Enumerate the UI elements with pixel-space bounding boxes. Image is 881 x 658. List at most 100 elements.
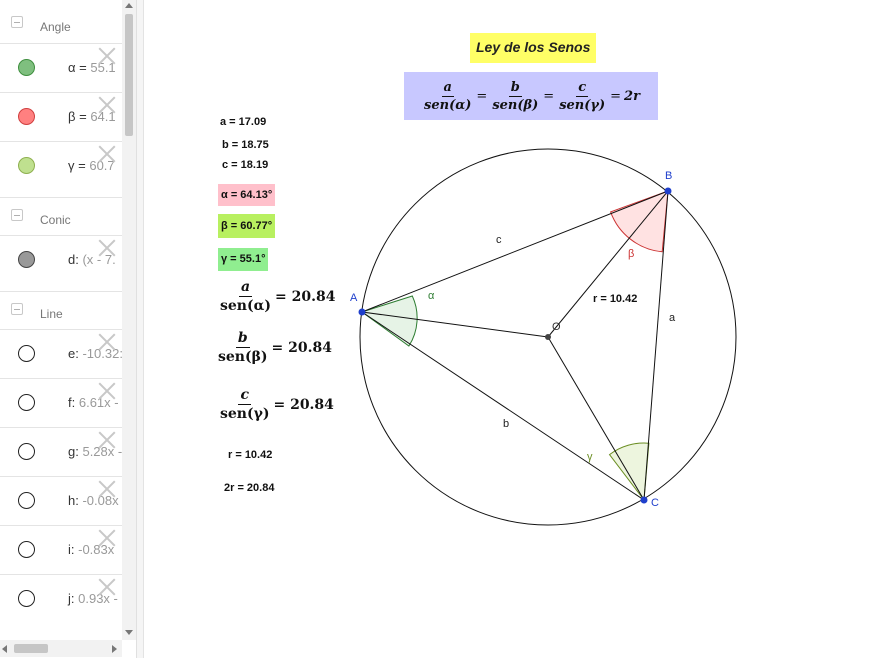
delete-icon[interactable]: [96, 527, 118, 549]
delete-icon[interactable]: [96, 380, 118, 402]
expr-name: γ =: [68, 158, 86, 173]
angle-beta-sector[interactable]: [609, 190, 669, 253]
value-alpha: α = 64.13°: [218, 184, 276, 206]
law-of-sines-formula: a sen(α) = b sen(β) = c sen(γ) = 2r: [404, 72, 658, 120]
label-side-a: a: [669, 312, 676, 324]
group-header-line[interactable]: Line: [0, 291, 122, 328]
page-title: Ley de los Senos: [470, 33, 597, 63]
collapse-toggle-icon[interactable]: [11, 16, 23, 28]
algebra-item-d[interactable]: d: (x - 7.: [0, 235, 122, 284]
algebra-item-gamma[interactable]: γ = 60.7: [0, 141, 122, 190]
equals-sign: =: [543, 88, 555, 104]
algebra-item-f[interactable]: f: 6.61x -: [0, 378, 122, 427]
label-point-A: A: [350, 292, 358, 304]
visibility-toggle-icon[interactable]: [18, 590, 35, 607]
scroll-right-icon[interactable]: [112, 645, 117, 653]
graphics-view[interactable]: Ley de los Senos a sen(α) = b sen(β) = c se…: [144, 0, 881, 658]
angle-alpha-sector[interactable]: [360, 295, 418, 347]
equals-sign: =: [610, 88, 622, 104]
label-angle-alpha: α: [428, 290, 435, 302]
collapse-toggle-icon[interactable]: [11, 303, 23, 315]
algebra-item-h[interactable]: h: -0.08x: [0, 476, 122, 525]
point-A[interactable]: [358, 308, 366, 316]
formula-num-a: a: [441, 79, 454, 97]
group-name: Line: [40, 307, 63, 321]
value-b: b = 18.75: [222, 139, 269, 151]
formula-den-alpha: sen(α): [424, 97, 472, 113]
ratio-b: b sen(β) = 20.84: [218, 330, 332, 365]
visibility-toggle-icon[interactable]: [18, 492, 35, 509]
ratio-num: c: [238, 387, 251, 405]
label-radius: r = 10.42: [593, 293, 638, 305]
group-name: Conic: [40, 213, 71, 227]
visibility-toggle-icon[interactable]: [18, 108, 35, 125]
algebra-item-i[interactable]: i: -0.83x: [0, 525, 122, 574]
visibility-toggle-icon[interactable]: [18, 251, 35, 268]
delete-icon[interactable]: [96, 576, 118, 598]
scroll-down-icon[interactable]: [125, 630, 133, 635]
ratio-value: = 20.84: [275, 288, 336, 305]
value-r: r = 10.42: [228, 449, 273, 461]
label-point-C: C: [651, 497, 659, 509]
label-point-O: O: [552, 321, 561, 333]
label-angle-beta: β: [628, 248, 635, 260]
expr-name: j:: [68, 591, 75, 606]
equals-sign: =: [476, 88, 488, 104]
algebra-view: Angle α = 55.1 β = 64.1 γ = 60.7 Conic d…: [0, 0, 122, 640]
expr-name: g:: [68, 444, 79, 459]
panel-splitter[interactable]: [136, 0, 144, 658]
delete-icon[interactable]: [96, 331, 118, 353]
expr-name: d:: [68, 252, 79, 267]
point-B[interactable]: [664, 187, 672, 195]
delete-icon[interactable]: [96, 94, 118, 116]
point-C[interactable]: [640, 496, 648, 504]
radius-OC[interactable]: [547, 336, 645, 501]
group-header-angle[interactable]: Angle: [0, 5, 122, 41]
expr-name: β =: [68, 109, 87, 124]
visibility-toggle-icon[interactable]: [18, 59, 35, 76]
ratio-c: c sen(γ) = 20.84: [220, 387, 334, 422]
delete-icon[interactable]: [96, 143, 118, 165]
algebra-item-j[interactable]: j: 0.93x -: [0, 574, 122, 623]
group-name: Angle: [40, 20, 71, 34]
label-side-b: b: [503, 418, 510, 430]
expr-name: i:: [68, 542, 75, 557]
algebra-item-alpha[interactable]: α = 55.1: [0, 43, 122, 92]
visibility-toggle-icon[interactable]: [18, 443, 35, 460]
scroll-left-icon[interactable]: [2, 645, 7, 653]
ratio-num: b: [235, 330, 250, 348]
value-2r: 2r = 20.84: [224, 482, 275, 494]
radius-OB[interactable]: [547, 190, 669, 338]
formula-den-beta: sen(β): [492, 97, 539, 113]
value-beta: β = 60.77°: [218, 214, 276, 238]
expr-name: h:: [68, 493, 79, 508]
ratio-value: = 20.84: [271, 339, 332, 356]
group-header-conic[interactable]: Conic: [0, 197, 122, 234]
delete-icon[interactable]: [96, 478, 118, 500]
algebra-item-beta[interactable]: β = 64.1: [0, 92, 122, 141]
visibility-toggle-icon[interactable]: [18, 345, 35, 362]
horizontal-scrollbar-thumb[interactable]: [14, 644, 48, 653]
formula-num-c: c: [576, 79, 589, 97]
value-gamma: γ = 55.1°: [218, 248, 269, 271]
visibility-toggle-icon[interactable]: [18, 157, 35, 174]
formula-rhs: 2r: [624, 88, 640, 104]
point-O[interactable]: [545, 334, 551, 340]
delete-icon[interactable]: [96, 45, 118, 67]
scroll-up-icon[interactable]: [125, 3, 133, 8]
label-angle-gamma: γ: [587, 451, 593, 463]
expr-name: f:: [68, 395, 76, 410]
ratio-den: sen(β): [218, 349, 268, 365]
delete-icon[interactable]: [96, 429, 118, 451]
collapse-toggle-icon[interactable]: [11, 209, 23, 221]
side-b[interactable]: [361, 311, 645, 501]
visibility-toggle-icon[interactable]: [18, 394, 35, 411]
visibility-toggle-icon[interactable]: [18, 541, 35, 558]
value-a: a = 17.09: [220, 116, 267, 128]
algebra-item-g[interactable]: g: 5.28x -: [0, 427, 122, 476]
label-point-B: B: [665, 170, 673, 182]
formula-num-b: b: [508, 79, 522, 97]
vertical-scrollbar-thumb[interactable]: [125, 14, 133, 136]
algebra-item-e[interactable]: e: -10.32:: [0, 329, 122, 378]
delete-icon[interactable]: [96, 237, 118, 259]
